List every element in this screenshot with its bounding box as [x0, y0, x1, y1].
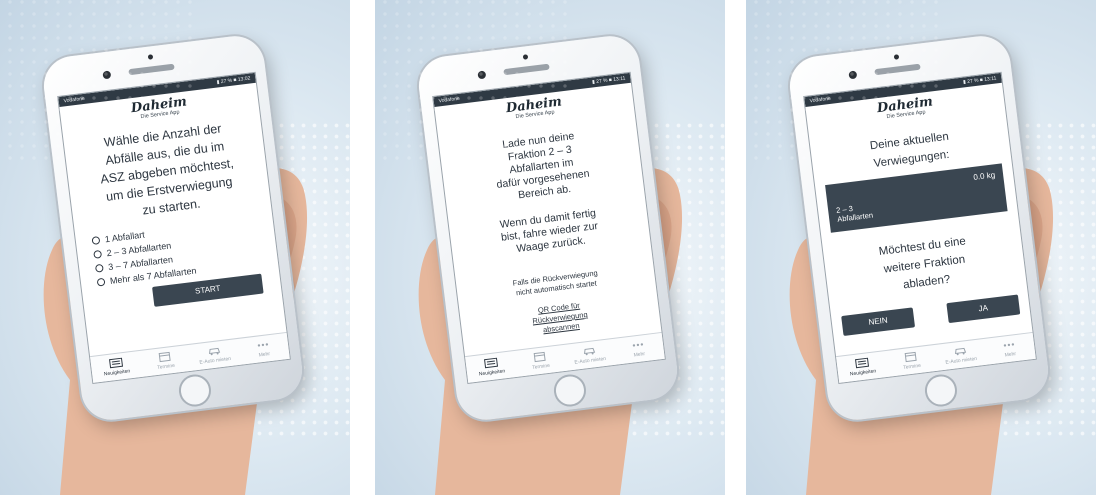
radio-label: 1 Abfallart	[104, 229, 146, 245]
tab-more[interactable]: Mehr	[986, 337, 1033, 360]
front-camera	[102, 70, 112, 80]
tab-label: E-Auto mieten	[199, 355, 232, 366]
more-dots-icon	[1003, 343, 1015, 347]
tab-label: Mehr	[1004, 351, 1017, 359]
sensor-dot	[522, 54, 529, 60]
radio-circle-icon	[96, 277, 106, 287]
front-camera	[848, 70, 858, 80]
no-button[interactable]: NEIN	[841, 307, 916, 336]
tab-label: Neuigkeiten	[849, 368, 877, 378]
tab-label: Termine	[902, 362, 922, 371]
unload-instruction: Lade nun deine Fraktion 2 – 3 Abfallarte…	[449, 124, 634, 210]
tab-label: Mehr	[633, 351, 646, 359]
tab-news[interactable]: Neuigkeiten	[468, 355, 515, 378]
sensor-dot	[893, 54, 900, 60]
car-icon	[583, 347, 595, 356]
instruction-area: Wähle die Anzahl der Abfälle aus, die du…	[63, 111, 282, 316]
answer-buttons: NEIN JA	[841, 294, 1021, 336]
panel-screen-3: Vodafone ▮ 27 % ■ 13:11 Daheim Die Servi…	[746, 0, 1096, 495]
tab-label: E-Auto mieten	[945, 355, 978, 366]
calendar-icon	[904, 351, 917, 363]
newspaper-icon	[108, 357, 123, 369]
newspaper-icon	[483, 357, 498, 369]
instruction-area: Lade nun deine Fraktion 2 – 3 Abfallarte…	[438, 111, 660, 346]
radio-circle-icon	[94, 263, 104, 273]
tab-more[interactable]: Mehr	[615, 337, 662, 360]
instruction-text: Wähle die Anzahl der Abfälle aus, die du…	[73, 116, 261, 227]
weighing-fraction: 2 – 3 Abfallarten	[836, 202, 874, 224]
calendar-icon	[533, 351, 546, 363]
tab-news[interactable]: Neuigkeiten	[93, 355, 140, 378]
newspaper-icon	[854, 357, 869, 369]
sensor-dot	[147, 54, 154, 60]
carrier-label: Vodafone	[438, 95, 461, 105]
tab-ecar[interactable]: E-Auto mieten	[191, 343, 238, 366]
panel-screen-1: Vodafone ▮ 27 % ■ 13:02 Daheim Die Servi…	[0, 0, 350, 495]
speaker-grille	[874, 63, 921, 76]
tab-ecar[interactable]: E-Auto mieten	[937, 343, 984, 366]
tab-label: E-Auto mieten	[574, 355, 607, 366]
carrier-label: Vodafone	[63, 95, 86, 105]
car-icon	[954, 347, 966, 356]
weighing-area: Deine aktuellen Verwiegungen: 0.0 kg 2 –…	[809, 111, 1030, 338]
another-fraction-question: Möchtest du eine weitere Fraktion ablade…	[833, 227, 1016, 302]
calendar-icon	[158, 351, 171, 363]
radio-circle-icon	[91, 236, 101, 245]
speaker-grille	[503, 63, 550, 76]
app-screen: Vodafone ▮ 27 % ■ 13:02 Daheim Die Servi…	[57, 71, 291, 384]
tab-label: Termine	[156, 362, 176, 371]
tab-label: Termine	[531, 362, 551, 371]
tab-appointments[interactable]: Termine	[142, 349, 189, 372]
app-screen: Vodafone ▮ 27 % ■ 13:11 Daheim Die Servi…	[803, 71, 1037, 384]
carrier-label: Vodafone	[809, 95, 832, 105]
tab-label: Neuigkeiten	[478, 368, 506, 378]
phone: Vodafone ▮ 27 % ■ 13:02 Daheim Die Servi…	[40, 32, 306, 424]
radio-circle-icon	[93, 249, 103, 259]
tab-news[interactable]: Neuigkeiten	[839, 355, 886, 378]
tab-ecar[interactable]: E-Auto mieten	[566, 343, 613, 366]
tab-appointments[interactable]: Termine	[517, 349, 564, 372]
phone: Vodafone ▮ 27 % ■ 13:11 Daheim Die Servi…	[415, 32, 681, 424]
tab-more[interactable]: Mehr	[240, 337, 287, 360]
weighing-value: 0.0 kg	[972, 170, 996, 182]
tab-appointments[interactable]: Termine	[888, 349, 935, 372]
tab-label: Mehr	[258, 351, 271, 359]
front-camera	[477, 70, 487, 80]
panel-screen-2: Vodafone ▮ 27 % ■ 13:11 Daheim Die Servi…	[375, 0, 725, 495]
more-dots-icon	[632, 343, 644, 347]
phone: Vodafone ▮ 27 % ■ 13:11 Daheim Die Servi…	[786, 32, 1052, 424]
car-icon	[208, 347, 220, 356]
app-screen: Vodafone ▮ 27 % ■ 13:11 Daheim Die Servi…	[432, 71, 666, 384]
tab-label: Neuigkeiten	[103, 368, 131, 378]
more-dots-icon	[257, 343, 269, 347]
yes-button[interactable]: JA	[946, 294, 1021, 324]
return-instruction: Wenn du damit fertig bist, fahre wieder …	[459, 202, 640, 262]
speaker-grille	[128, 63, 175, 76]
